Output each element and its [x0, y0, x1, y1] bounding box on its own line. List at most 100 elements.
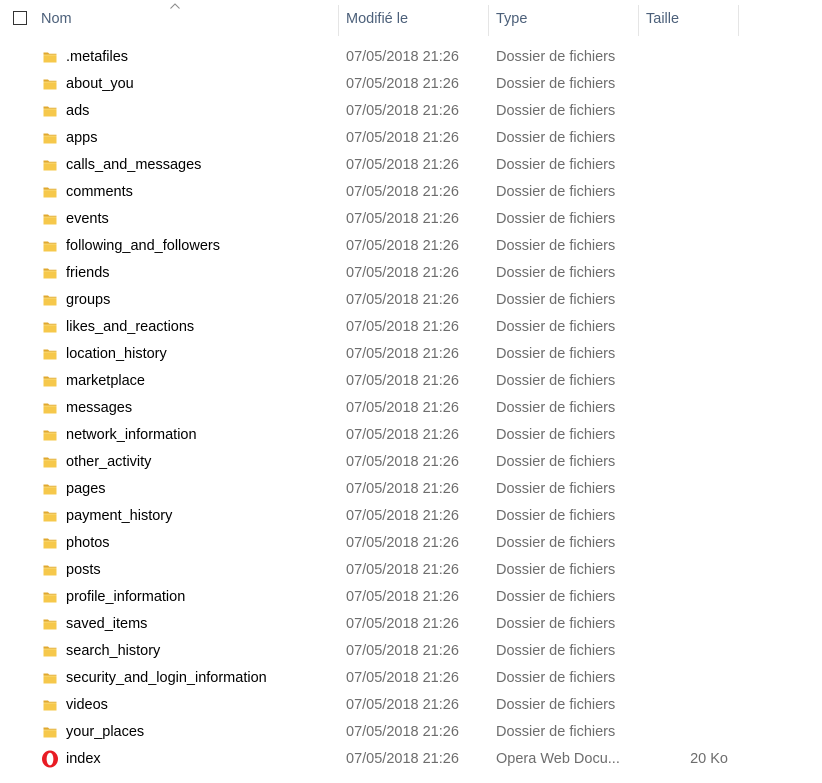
file-row[interactable]: friends 07/05/2018 21:26 Dossier de fichie… — [0, 260, 822, 287]
folder-icon — [42, 481, 58, 497]
file-name: apps — [66, 130, 98, 146]
file-modified-date: 07/05/2018 21:26 — [346, 157, 459, 173]
file-modified-date: 07/05/2018 21:26 — [346, 535, 459, 551]
column-divider[interactable] — [738, 5, 739, 36]
folder-icon — [42, 670, 58, 686]
folder-icon — [42, 508, 58, 524]
file-name: marketplace — [66, 373, 145, 389]
column-header-size[interactable]: Taille — [638, 0, 746, 38]
file-row[interactable]: location_history 07/05/2018 21:26 Dossier … — [0, 341, 822, 368]
file-modified-date: 07/05/2018 21:26 — [346, 400, 459, 416]
column-header-name[interactable]: Nom — [33, 0, 345, 38]
file-modified-date: 07/05/2018 21:26 — [346, 292, 459, 308]
file-row[interactable]: groups 07/05/2018 21:26 Dossier de fichier… — [0, 287, 822, 314]
file-type: Dossier de fichiers — [496, 616, 616, 632]
file-row[interactable]: messages 07/05/2018 21:26 Dossier de fichi… — [0, 395, 822, 422]
folder-icon — [42, 346, 58, 362]
file-type: Dossier de fichiers — [496, 346, 616, 362]
file-row[interactable]: events 07/05/2018 21:26 Dossier de fichier… — [0, 206, 822, 233]
file-row[interactable]: your_places 07/05/2018 21:26 Dossier de fi… — [0, 719, 822, 746]
file-row[interactable]: posts 07/05/2018 21:26 Dossier de fichiers — [0, 557, 822, 584]
file-row[interactable]: marketplace 07/05/2018 21:26 Dossier de fi… — [0, 368, 822, 395]
folder-icon — [42, 265, 58, 281]
folder-icon — [42, 184, 58, 200]
file-modified-date: 07/05/2018 21:26 — [346, 265, 459, 281]
file-row[interactable]: ads 07/05/2018 21:26 Dossier de fichiers — [0, 98, 822, 125]
folder-icon — [42, 76, 58, 92]
file-row[interactable]: other_activity 07/05/2018 21:26 Dossier de… — [0, 449, 822, 476]
file-type: Dossier de fichiers — [496, 697, 616, 713]
file-row[interactable]: profile_information 07/05/2018 21:26 Dossi… — [0, 584, 822, 611]
file-row[interactable]: .metafiles 07/05/2018 21:26 Dossier de fic… — [0, 44, 822, 71]
file-type: Dossier de fichiers — [496, 724, 616, 740]
file-type: Dossier de fichiers — [496, 670, 616, 686]
file-name: security_and_login_information — [66, 670, 267, 686]
file-modified-date: 07/05/2018 21:26 — [346, 670, 459, 686]
file-row[interactable]: security_and_login_information 07/05/2018… — [0, 665, 822, 692]
file-modified-date: 07/05/2018 21:26 — [346, 454, 459, 470]
file-modified-date: 07/05/2018 21:26 — [346, 643, 459, 659]
file-type: Dossier de fichiers — [496, 562, 616, 578]
file-modified-date: 07/05/2018 21:26 — [346, 724, 459, 740]
file-type: Dossier de fichiers — [496, 103, 616, 119]
file-type: Dossier de fichiers — [496, 589, 616, 605]
file-name: photos — [66, 535, 110, 551]
file-row[interactable]: videos 07/05/2018 21:26 Dossier de fichier… — [0, 692, 822, 719]
file-row[interactable]: network_information 07/05/2018 21:26 Dossi… — [0, 422, 822, 449]
file-modified-date: 07/05/2018 21:26 — [346, 211, 459, 227]
file-type: Dossier de fichiers — [496, 157, 616, 173]
file-modified-date: 07/05/2018 21:26 — [346, 346, 459, 362]
folder-icon — [42, 427, 58, 443]
file-name: other_activity — [66, 454, 152, 470]
folder-icon — [42, 103, 58, 119]
select-all-checkbox[interactable] — [13, 11, 27, 25]
file-modified-date: 07/05/2018 21:26 — [346, 697, 459, 713]
file-row[interactable]: pages 07/05/2018 21:26 Dossier de fichiers — [0, 476, 822, 503]
folder-icon — [42, 238, 58, 254]
folder-icon — [42, 724, 58, 740]
file-row[interactable]: comments 07/05/2018 21:26 Dossier de fichi… — [0, 179, 822, 206]
file-row[interactable]: photos 07/05/2018 21:26 Dossier de fichier… — [0, 530, 822, 557]
folder-icon — [42, 49, 58, 65]
folder-icon — [42, 292, 58, 308]
file-modified-date: 07/05/2018 21:26 — [346, 427, 459, 443]
file-row[interactable]: apps 07/05/2018 21:26 Dossier de fichiers — [0, 125, 822, 152]
folder-icon — [42, 589, 58, 605]
file-row[interactable]: about_you 07/05/2018 21:26 Dossier de fich… — [0, 71, 822, 98]
folder-icon — [42, 400, 58, 416]
file-modified-date: 07/05/2018 21:26 — [346, 238, 459, 254]
file-row[interactable]: likes_and_reactions 07/05/2018 21:26 Dossi… — [0, 314, 822, 341]
file-row[interactable]: search_history 07/05/2018 21:26 Dossier de… — [0, 638, 822, 665]
file-type: Dossier de fichiers — [496, 535, 616, 551]
folder-icon — [42, 157, 58, 173]
file-modified-date: 07/05/2018 21:26 — [346, 319, 459, 335]
folder-icon — [42, 562, 58, 578]
file-row[interactable]: payment_history 07/05/2018 21:26 Dossier d… — [0, 503, 822, 530]
file-row[interactable]: following_and_followers 07/05/2018 21:26 D… — [0, 233, 822, 260]
file-modified-date: 07/05/2018 21:26 — [346, 103, 459, 119]
file-name: calls_and_messages — [66, 157, 202, 173]
file-type: Dossier de fichiers — [496, 319, 616, 335]
file-row[interactable]: saved_items 07/05/2018 21:26 Dossier de fi… — [0, 611, 822, 638]
file-type: Dossier de fichiers — [496, 292, 616, 308]
file-row[interactable]: index 07/05/2018 21:26 Opera Web Docu... 20… — [0, 746, 822, 773]
file-name: profile_information — [66, 589, 186, 605]
file-modified-date: 07/05/2018 21:26 — [346, 373, 459, 389]
column-header-type[interactable]: Type — [488, 0, 646, 38]
file-name: pages — [66, 481, 106, 497]
file-type: Dossier de fichiers — [496, 400, 616, 416]
file-name: friends — [66, 265, 110, 281]
folder-icon — [42, 454, 58, 470]
column-header-modified[interactable]: Modifié le — [338, 0, 496, 38]
file-type: Dossier de fichiers — [496, 373, 616, 389]
file-size: 20 Ko — [690, 751, 728, 767]
file-name: search_history — [66, 643, 161, 659]
file-name: network_information — [66, 427, 197, 443]
file-name: messages — [66, 400, 133, 416]
file-type: Dossier de fichiers — [496, 211, 616, 227]
file-name: .metafiles — [66, 49, 129, 65]
file-modified-date: 07/05/2018 21:26 — [346, 589, 459, 605]
file-row[interactable]: calls_and_messages 07/05/2018 21:26 Dossie… — [0, 152, 822, 179]
file-name: payment_history — [66, 508, 173, 524]
file-modified-date: 07/05/2018 21:26 — [346, 616, 459, 632]
